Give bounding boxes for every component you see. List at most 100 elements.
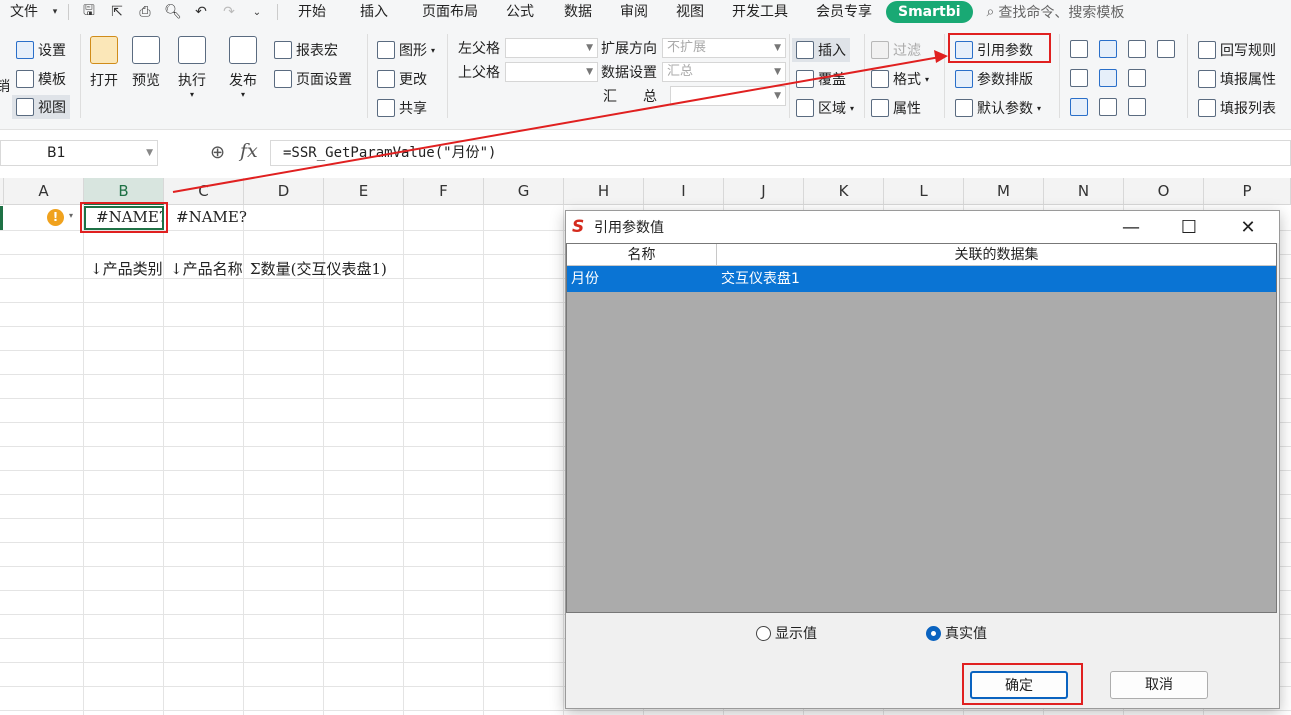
cell-c1-value[interactable]: #NAME?: [176, 208, 256, 226]
formula-input[interactable]: =SSR_GetParamValue("月份"): [270, 140, 1291, 166]
fill-list-button[interactable]: 填报列表: [1198, 98, 1276, 118]
publish-button[interactable]: 发布 ▾: [229, 36, 257, 99]
menu-file[interactable]: 文件: [0, 0, 48, 24]
function-icon[interactable]: fx: [240, 140, 258, 162]
col-header-p[interactable]: P: [1204, 178, 1291, 205]
data-setting-select[interactable]: 汇总 ▼: [662, 62, 786, 82]
radio-display-value[interactable]: 显示值: [756, 623, 817, 643]
properties-button[interactable]: 属性: [871, 98, 921, 118]
column-header-name[interactable]: 名称: [567, 244, 717, 266]
col-header-j[interactable]: J: [724, 178, 804, 205]
name-box[interactable]: B1 ▼: [0, 140, 158, 166]
export-icon[interactable]: ⇱: [103, 0, 131, 24]
cell-c3[interactable]: ↓产品名称: [170, 258, 244, 279]
tab-page-layout[interactable]: 页面布局: [412, 0, 488, 24]
col-header-i[interactable]: I: [644, 178, 724, 205]
tab-view[interactable]: 视图: [666, 0, 714, 24]
cancel-button[interactable]: 取消: [1110, 671, 1208, 699]
cell-d3[interactable]: Σ数量(交互仪表盘1): [250, 258, 387, 279]
frame-icon[interactable]: [1128, 69, 1146, 87]
table-row[interactable]: 月份 交互仪表盘1: [567, 266, 1276, 292]
minimize-icon[interactable]: —: [1102, 211, 1160, 243]
filter-button[interactable]: 过滤: [871, 40, 921, 60]
col-header-b[interactable]: B: [84, 178, 164, 205]
cut-button[interactable]: 销: [0, 76, 10, 96]
execute-button[interactable]: 执行 ▾: [178, 36, 206, 99]
share-icon: [377, 99, 395, 117]
link-icon[interactable]: [1099, 98, 1117, 116]
col-header-f[interactable]: F: [404, 178, 484, 205]
upper-parent-select[interactable]: ▼: [505, 62, 598, 82]
left-parent-select[interactable]: ▼: [505, 38, 598, 58]
tab-smartbi[interactable]: Smartbi: [886, 1, 973, 23]
tab-review[interactable]: 审阅: [610, 0, 658, 24]
tab-member[interactable]: 会员专享: [806, 0, 882, 24]
col-header-k[interactable]: K: [804, 178, 884, 205]
cell-b3[interactable]: ↓产品类别: [90, 258, 164, 279]
radio-display-label: 显示值: [775, 626, 817, 642]
chevron-down-icon[interactable]: ⌄: [243, 0, 271, 24]
checkbox-icon[interactable]: [1070, 98, 1088, 116]
col-header-e[interactable]: E: [324, 178, 404, 205]
col-header-c[interactable]: C: [164, 178, 244, 205]
dropdown-icon[interactable]: ▾: [48, 0, 62, 24]
ref-param-dialog: S 引用参数值 — ☐ ✕ 名称 关联的数据集 月份 交互仪表盘1 显示值 真实…: [565, 210, 1280, 709]
search-box[interactable]: ⌕ 查找命令、搜索模板: [987, 2, 1125, 22]
col-header-h[interactable]: H: [564, 178, 644, 205]
chevron-down-icon[interactable]: ▾: [69, 211, 73, 220]
preview-button[interactable]: 预览: [132, 36, 160, 90]
tab-developer[interactable]: 开发工具: [722, 0, 798, 24]
col-header-o[interactable]: O: [1124, 178, 1204, 205]
text-box-icon[interactable]: [1070, 40, 1088, 58]
change-button[interactable]: 更改: [377, 69, 427, 89]
chart-button[interactable]: 图形 ▾: [377, 40, 435, 60]
print-icon[interactable]: ⎙: [131, 0, 159, 24]
tree-icon[interactable]: [1099, 69, 1117, 87]
col-header-a[interactable]: A: [4, 178, 84, 205]
dialog-title: 引用参数值: [594, 220, 664, 236]
view-button[interactable]: 视图: [12, 95, 70, 119]
page-setup-button[interactable]: 页面设置: [274, 69, 352, 89]
tab-formula[interactable]: 公式: [496, 0, 544, 24]
col-header-n[interactable]: N: [1044, 178, 1124, 205]
redo-icon[interactable]: ↷: [215, 0, 243, 24]
tab-home[interactable]: 开始: [288, 0, 336, 24]
label-icon[interactable]: [1128, 98, 1146, 116]
col-header-l[interactable]: L: [884, 178, 964, 205]
close-icon[interactable]: ✕: [1219, 211, 1277, 243]
save-icon[interactable]: 🖫: [75, 0, 103, 24]
tab-insert[interactable]: 插入: [350, 0, 398, 24]
undo-icon[interactable]: ↶: [187, 0, 215, 24]
table-icon[interactable]: [1070, 69, 1088, 87]
warning-icon[interactable]: !: [47, 209, 64, 226]
area-button[interactable]: 区域 ▾: [796, 98, 854, 118]
open-button[interactable]: 打开: [90, 36, 118, 90]
tab-data[interactable]: 数据: [554, 0, 602, 24]
combo-box-icon[interactable]: [1099, 40, 1117, 58]
param-table[interactable]: 名称 关联的数据集 月份 交互仪表盘1: [566, 243, 1277, 613]
print-preview-icon[interactable]: 🔍︎: [159, 0, 187, 24]
insert-button[interactable]: 插入: [792, 38, 850, 62]
template-button[interactable]: 模板: [16, 69, 66, 89]
cover-button[interactable]: 覆盖: [796, 69, 846, 89]
radio-real-value[interactable]: 真实值: [926, 623, 987, 643]
share-button[interactable]: 共享: [377, 98, 427, 118]
col-header-m[interactable]: M: [964, 178, 1044, 205]
calendar-icon[interactable]: [1157, 40, 1175, 58]
expand-direction-select[interactable]: 不扩展 ▼: [662, 38, 786, 58]
column-header-dataset[interactable]: 关联的数据集: [717, 244, 1276, 266]
maximize-icon[interactable]: ☐: [1160, 211, 1218, 243]
writeback-rule-button[interactable]: 回写规则: [1198, 40, 1276, 60]
dialog-titlebar[interactable]: S 引用参数值 — ☐ ✕: [566, 211, 1279, 243]
fill-property-button[interactable]: 填报属性: [1198, 69, 1276, 89]
list-box-icon[interactable]: [1128, 40, 1146, 58]
zoom-icon[interactable]: ⊕: [210, 142, 225, 163]
format-button[interactable]: 格式 ▾: [871, 69, 929, 89]
default-param-button[interactable]: 默认参数 ▾: [955, 98, 1041, 118]
summary-select[interactable]: ▼: [670, 86, 786, 106]
col-header-g[interactable]: G: [484, 178, 564, 205]
param-layout-button[interactable]: 参数排版: [955, 69, 1033, 89]
col-header-d[interactable]: D: [244, 178, 324, 205]
settings-button[interactable]: 设置: [16, 40, 66, 60]
report-macro-button[interactable]: 报表宏: [274, 40, 338, 60]
